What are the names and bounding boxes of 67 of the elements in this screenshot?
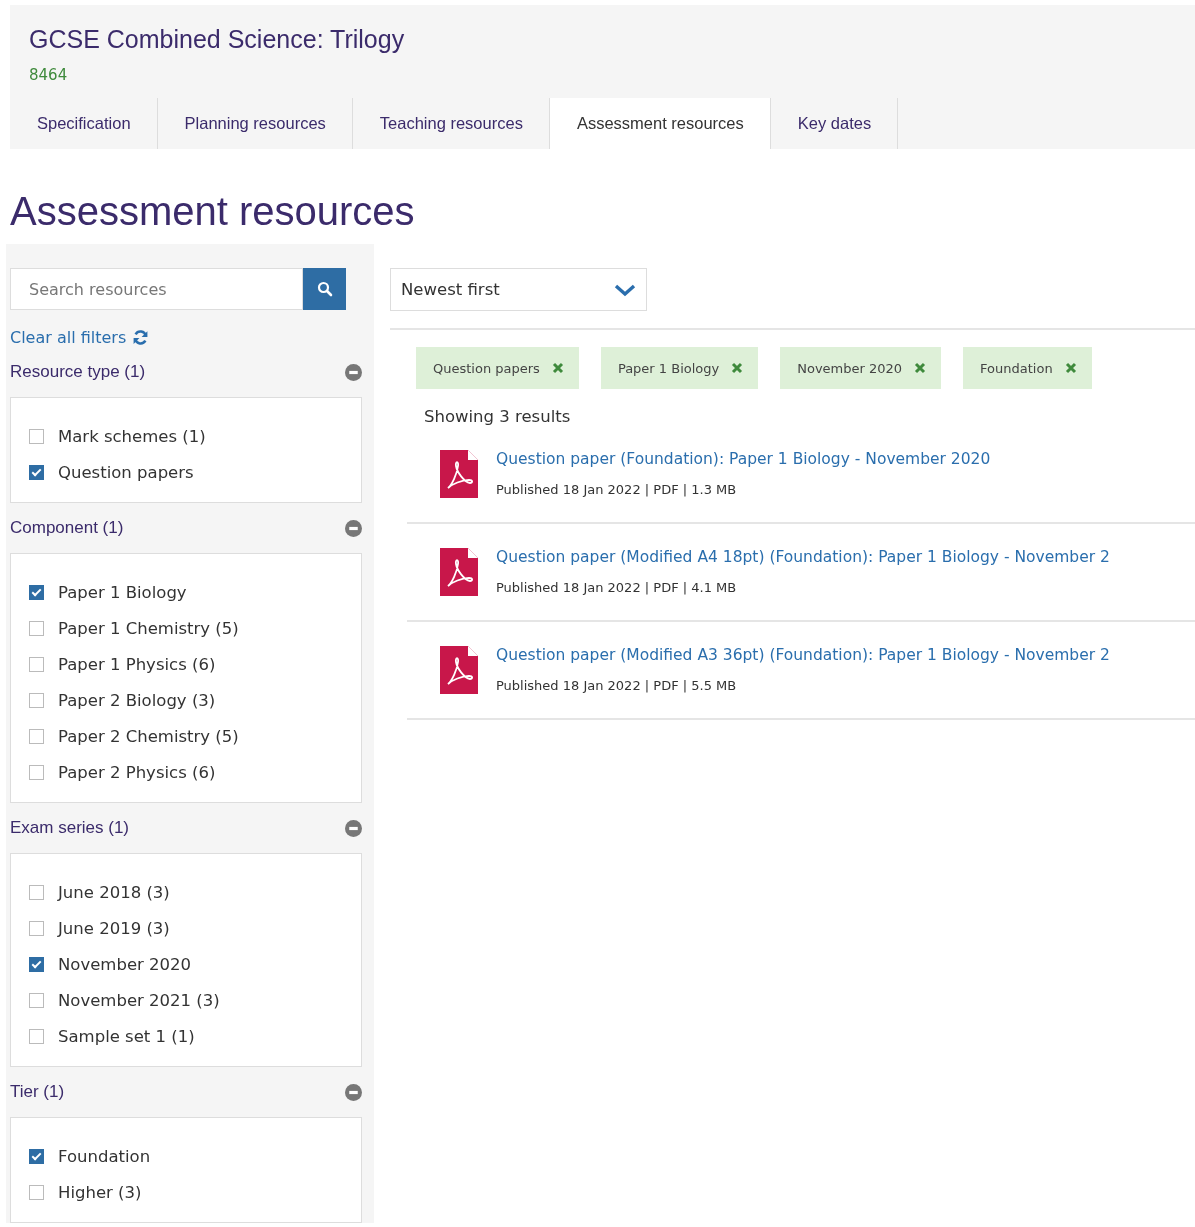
chevron-down-icon xyxy=(614,282,636,297)
remove-icon xyxy=(731,362,744,374)
filter-option-label[interactable]: Paper 2 Physics (6) xyxy=(58,762,216,782)
filter-option-label[interactable]: Higher (3) xyxy=(58,1182,142,1202)
result-meta: Published 18 Jan 2022 | PDF | 4.1 MB xyxy=(496,580,738,595)
filter-option-label[interactable]: Sample set 1 (1) xyxy=(58,1026,195,1046)
filter-chip[interactable]: November 2020 xyxy=(780,347,942,389)
filter-option-label[interactable]: November 2020 xyxy=(58,954,192,974)
result-link[interactable]: Question paper (Modified A4 18pt) (Foundation): Paper 1 Biology - November 2 xyxy=(496,548,1110,566)
filter-option-label[interactable]: November 2021 (3) xyxy=(58,990,220,1010)
pdf-file-icon xyxy=(440,646,478,694)
results-count: Showing 3 results xyxy=(424,407,572,426)
checkbox[interactable] xyxy=(29,464,44,480)
result-meta: Published 18 Jan 2022 | PDF | 1.3 MB xyxy=(496,482,738,497)
checkbox[interactable] xyxy=(29,1028,44,1044)
filter-option-label[interactable]: Paper 2 Chemistry (5) xyxy=(58,726,239,746)
filter-option-label[interactable]: June 2018 (3) xyxy=(58,882,170,902)
filter-option-label[interactable]: Paper 1 Chemistry (5) xyxy=(58,618,239,638)
filter-option-label[interactable]: Paper 1 Physics (6) xyxy=(58,654,216,674)
remove-icon xyxy=(1064,362,1077,374)
remove-icon xyxy=(551,362,564,374)
checkbox[interactable] xyxy=(29,920,44,936)
checkbox[interactable] xyxy=(29,992,44,1008)
filter-option-label[interactable]: Mark schemes (1) xyxy=(58,426,206,446)
collapse-icon[interactable] xyxy=(345,819,362,837)
filter-option-label[interactable]: Paper 1 Biology xyxy=(58,582,187,602)
filter-group-title[interactable]: Resource type (1) xyxy=(10,362,146,382)
checkbox[interactable] xyxy=(29,620,44,636)
checkbox[interactable] xyxy=(29,1184,44,1200)
checkbox[interactable] xyxy=(29,764,44,780)
tab[interactable]: Assessment resources xyxy=(549,98,771,149)
checkbox[interactable] xyxy=(29,428,44,444)
filter-option-label[interactable]: Question papers xyxy=(58,462,194,482)
checkbox[interactable] xyxy=(29,728,44,744)
filter-option-label[interactable]: Paper 2 Biology (3) xyxy=(58,690,216,710)
checkbox[interactable] xyxy=(29,584,44,600)
filter-option-label[interactable]: Foundation xyxy=(58,1146,151,1166)
pdf-file-icon xyxy=(440,450,478,498)
filter-chip[interactable]: Foundation xyxy=(963,347,1092,389)
checkbox[interactable] xyxy=(29,884,44,900)
checkbox[interactable] xyxy=(29,1148,44,1164)
search-field[interactable]: Search resources xyxy=(10,268,303,310)
search-button[interactable] xyxy=(303,268,346,310)
search-icon xyxy=(316,281,333,297)
result-link[interactable]: Question paper (Foundation): Paper 1 Biology - November 2020 xyxy=(496,450,991,468)
checkbox[interactable] xyxy=(29,956,44,972)
refresh-icon xyxy=(132,329,150,346)
filter-group-title[interactable]: Tier (1) xyxy=(10,1082,65,1102)
collapse-icon[interactable] xyxy=(345,519,362,537)
checkbox[interactable] xyxy=(29,692,44,708)
filter-group-title[interactable]: Exam series (1) xyxy=(10,818,130,838)
course-code: 8464 xyxy=(28,65,69,84)
filter-chip[interactable]: Paper 1 Biology xyxy=(600,347,759,389)
sort-dropdown[interactable]: Newest first xyxy=(390,268,647,311)
filter-chip[interactable]: Question papers xyxy=(416,347,579,389)
clear-filters-link[interactable]: Clear all filters xyxy=(10,328,150,347)
remove-icon xyxy=(914,362,927,374)
checkbox[interactable] xyxy=(29,656,44,672)
result-link[interactable]: Question paper (Modified A3 36pt) (Foundation): Paper 1 Biology - November 2 xyxy=(496,646,1110,664)
page-heading: Assessment resources xyxy=(10,189,416,234)
collapse-icon[interactable] xyxy=(345,1083,362,1101)
result-meta: Published 18 Jan 2022 | PDF | 5.5 MB xyxy=(496,678,738,693)
filter-option-label[interactable]: June 2019 (3) xyxy=(58,918,170,938)
filter-group-title[interactable]: Component (1) xyxy=(10,518,124,538)
course-title: GCSE Combined Science: Trilogy xyxy=(28,25,406,54)
collapse-icon[interactable] xyxy=(345,363,362,381)
pdf-file-icon xyxy=(440,548,478,596)
